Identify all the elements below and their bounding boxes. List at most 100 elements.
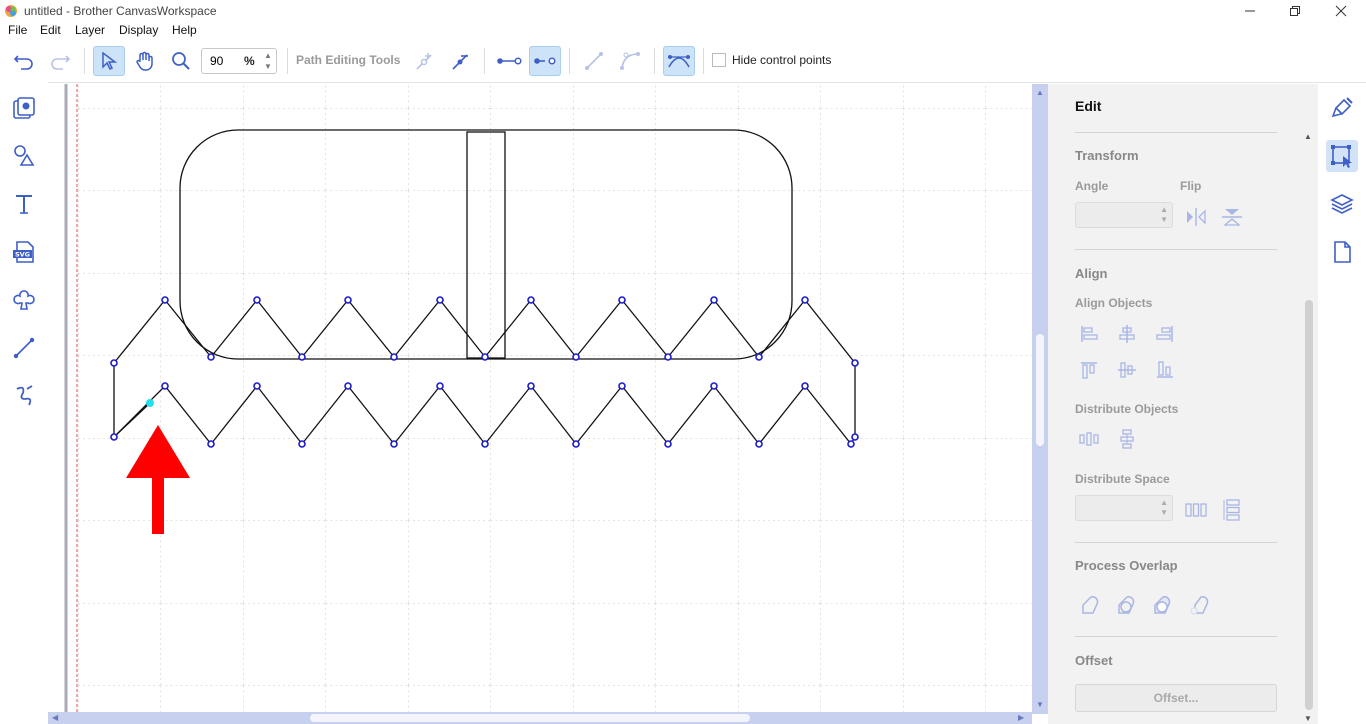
redo-button[interactable] xyxy=(44,46,76,76)
checkbox-box[interactable] xyxy=(712,53,726,67)
scroll-right-icon[interactable]: ▶ xyxy=(1018,713,1024,722)
scroll-down-icon[interactable]: ▼ xyxy=(1036,700,1044,709)
menu-edit[interactable]: Edit xyxy=(40,23,61,37)
path-node[interactable] xyxy=(390,353,398,361)
close-button[interactable] xyxy=(1318,0,1364,22)
path-node[interactable] xyxy=(344,296,352,304)
path-node[interactable] xyxy=(572,440,580,448)
zoom-field[interactable]: % ▲▼ xyxy=(201,48,277,74)
align-bottom-button[interactable] xyxy=(1152,357,1178,383)
menu-file[interactable]: File xyxy=(8,23,27,37)
path-node[interactable] xyxy=(161,296,169,304)
line-tool-button[interactable] xyxy=(8,332,40,364)
path-node[interactable] xyxy=(710,296,718,304)
group-overlap-button[interactable] xyxy=(1114,592,1140,618)
drawing-canvas[interactable] xyxy=(48,84,1036,714)
decorative-shapes-button[interactable] xyxy=(8,284,40,316)
path-node[interactable] xyxy=(801,296,809,304)
tab-edit[interactable] xyxy=(1326,140,1358,172)
tab-page[interactable] xyxy=(1326,236,1358,268)
straight-segment-button[interactable] xyxy=(578,46,610,76)
weld-button[interactable] xyxy=(1078,592,1104,618)
path-node[interactable] xyxy=(755,353,763,361)
space-vertical-button[interactable] xyxy=(1219,497,1245,523)
path-node[interactable] xyxy=(664,353,672,361)
offset-button[interactable]: Offset... xyxy=(1075,684,1277,712)
pan-tool-button[interactable] xyxy=(129,46,161,76)
shapes-button[interactable] xyxy=(8,140,40,172)
path-node[interactable] xyxy=(527,382,535,390)
path-node[interactable] xyxy=(481,440,489,448)
vertical-scroll-thumb[interactable] xyxy=(1036,334,1044,446)
path-node[interactable] xyxy=(298,440,306,448)
path-node[interactable] xyxy=(481,353,489,361)
align-top-button[interactable] xyxy=(1076,357,1102,383)
select-tool-button[interactable] xyxy=(93,46,125,76)
zoom-stepper[interactable]: ▲ ▼ xyxy=(260,50,276,72)
path-node[interactable] xyxy=(253,296,261,304)
text-tool-button[interactable] xyxy=(8,188,40,220)
menu-help[interactable]: Help xyxy=(172,23,197,37)
curve-segment-button[interactable] xyxy=(614,46,646,76)
path-node[interactable] xyxy=(110,359,118,367)
path-node[interactable] xyxy=(298,353,306,361)
undo-button[interactable] xyxy=(8,46,40,76)
path-node[interactable] xyxy=(207,440,215,448)
panel-scroll-up-icon[interactable]: ▲ xyxy=(1304,132,1312,141)
menu-layer[interactable]: Layer xyxy=(75,23,105,37)
flip-vertical-button[interactable] xyxy=(1219,204,1245,230)
distribute-vertical-button[interactable] xyxy=(1114,426,1140,452)
panel-scroll-thumb[interactable] xyxy=(1305,300,1313,710)
freehand-tool-button[interactable] xyxy=(8,380,40,412)
path-node[interactable] xyxy=(344,382,352,390)
path-node[interactable] xyxy=(436,296,444,304)
tab-properties[interactable] xyxy=(1326,92,1358,124)
path-node[interactable] xyxy=(110,433,118,441)
zoom-tool-button[interactable] xyxy=(165,46,197,76)
path-node[interactable] xyxy=(527,296,535,304)
add-node-button[interactable] xyxy=(408,46,440,76)
path-node[interactable] xyxy=(801,382,809,390)
path-node[interactable] xyxy=(161,382,169,390)
scroll-left-icon[interactable]: ◀ xyxy=(52,713,58,722)
flip-horizontal-button[interactable] xyxy=(1183,204,1209,230)
menu-display[interactable]: Display xyxy=(119,23,158,37)
path-node[interactable] xyxy=(390,440,398,448)
join-nodes-button[interactable] xyxy=(493,46,525,76)
angle-stepper[interactable]: ▲ ▼ xyxy=(1160,205,1168,225)
smooth-node-button[interactable] xyxy=(663,46,695,76)
zoom-input[interactable] xyxy=(208,53,242,69)
align-left-button[interactable] xyxy=(1076,321,1102,347)
distribute-space-input[interactable]: ▲ ▼ xyxy=(1075,495,1173,521)
path-node[interactable] xyxy=(851,433,859,441)
svg-import-button[interactable]: SVG xyxy=(8,236,40,268)
trim-overlap-button[interactable] xyxy=(1150,592,1176,618)
path-node[interactable] xyxy=(618,382,626,390)
path-node[interactable] xyxy=(436,382,444,390)
align-middle-button[interactable] xyxy=(1114,357,1140,383)
path-node[interactable] xyxy=(755,440,763,448)
path-node[interactable] xyxy=(710,382,718,390)
path-node[interactable] xyxy=(664,440,672,448)
angle-input[interactable]: ▲ ▼ xyxy=(1075,202,1173,228)
pattern-library-button[interactable] xyxy=(8,92,40,124)
restore-button[interactable] xyxy=(1272,0,1318,22)
distribute-horizontal-button[interactable] xyxy=(1076,426,1102,452)
horizontal-scroll-thumb[interactable] xyxy=(310,714,750,722)
align-right-button[interactable] xyxy=(1152,321,1178,347)
hide-control-points-checkbox[interactable]: Hide control points xyxy=(712,53,831,67)
path-node[interactable] xyxy=(207,353,215,361)
selected-path-node[interactable] xyxy=(146,399,154,407)
panel-scroll-down-icon[interactable]: ▼ xyxy=(1304,714,1312,723)
path-node[interactable] xyxy=(618,296,626,304)
cut-out-button[interactable] xyxy=(1186,592,1212,618)
path-node[interactable] xyxy=(847,440,855,448)
scroll-up-icon[interactable]: ▲ xyxy=(1036,88,1044,97)
path-node[interactable] xyxy=(572,353,580,361)
distribute-space-stepper[interactable]: ▲ ▼ xyxy=(1160,498,1168,518)
tab-layers[interactable] xyxy=(1326,188,1358,220)
path-node[interactable] xyxy=(253,382,261,390)
delete-node-button[interactable] xyxy=(444,46,476,76)
minimize-button[interactable] xyxy=(1227,0,1273,22)
space-horizontal-button[interactable] xyxy=(1183,497,1209,523)
